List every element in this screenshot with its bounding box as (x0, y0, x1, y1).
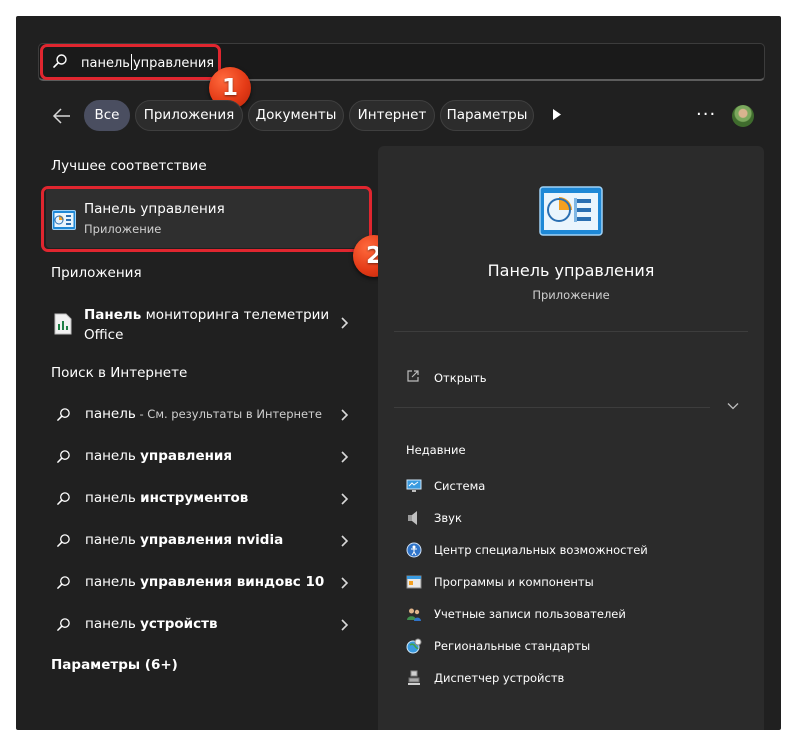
web-result-row[interactable]: панель устройств (52, 613, 362, 637)
detail-title: Панель управления (487, 261, 655, 280)
settings-heading[interactable]: Параметры (6+) (51, 657, 178, 673)
search-highlight-frame (40, 44, 221, 80)
globe-clock-icon (406, 638, 422, 654)
ellipsis-icon[interactable]: ··· (696, 104, 716, 125)
recent-item-programs[interactable]: Программы и компоненты (406, 572, 746, 592)
chevron-right-icon (341, 577, 349, 589)
avatar[interactable] (732, 105, 754, 127)
app-item-name: Панель мониторинга телеметрии (84, 307, 330, 323)
recent-item-label: Центр специальных возможностей (434, 543, 648, 557)
recent-item-sound[interactable]: Звук (406, 508, 746, 528)
recent-item-label: Учетные записи пользователей (434, 607, 626, 621)
recent-item-accessibility[interactable]: Центр специальных возможностей (406, 540, 746, 560)
web-search-heading: Поиск в Интернете (51, 365, 188, 381)
best-match-heading: Лучшее соответствие (51, 158, 207, 174)
filter-documents[interactable]: Документы (248, 100, 344, 131)
chevron-right-icon (341, 409, 349, 421)
recent-item-system[interactable]: Система (406, 476, 746, 496)
divider (394, 331, 748, 332)
search-icon (57, 450, 70, 463)
filter-apps[interactable]: Приложения (135, 100, 243, 131)
recent-item-regional[interactable]: Региональные стандарты (406, 636, 746, 656)
recent-item-label: Диспетчер устройств (434, 671, 565, 685)
accessibility-icon (406, 542, 422, 558)
chevron-right-icon (341, 493, 349, 505)
users-icon (407, 608, 421, 621)
web-result-row[interactable]: панель управления nvidia (52, 529, 362, 553)
web-result-row[interactable]: панель управления (52, 445, 362, 469)
chevron-right-icon (341, 535, 349, 547)
detail-panel: Панель управления Приложение Открыть Нед… (378, 146, 764, 730)
web-result-row[interactable]: панель инструментов (52, 487, 362, 511)
more-filters-play-icon[interactable] (552, 108, 562, 121)
search-icon (57, 492, 70, 505)
app-item-name-line2: Office (84, 327, 124, 343)
open-label: Открыть (434, 371, 487, 385)
control-panel-icon (539, 186, 603, 236)
best-match-highlight-frame (41, 186, 372, 252)
recent-item-device-manager[interactable]: Диспетчер устройств (406, 668, 746, 688)
web-result-row[interactable]: панель - См. результаты в Интернете (52, 403, 362, 427)
open-external-icon (407, 370, 419, 382)
start-search-panel: панель управления 1 Все Приложения Докуме… (16, 16, 781, 730)
document-chart-icon (54, 313, 72, 335)
device-manager-icon (408, 670, 420, 685)
search-icon (57, 408, 70, 421)
recent-item-label: Система (434, 479, 486, 493)
recent-heading: Недавние (406, 443, 466, 457)
chevron-right-icon (341, 451, 349, 463)
search-icon (57, 576, 70, 589)
back-arrow-icon[interactable] (52, 106, 72, 126)
recent-item-label: Программы и компоненты (434, 575, 594, 589)
chevron-right-icon (341, 619, 349, 631)
chevron-down-icon[interactable] (727, 402, 739, 410)
recent-item-label: Звук (434, 511, 462, 525)
search-icon (57, 534, 70, 547)
recent-item-label: Региональные стандарты (434, 639, 591, 653)
recent-item-user-accounts[interactable]: Учетные записи пользователей (406, 604, 746, 624)
detail-subtitle: Приложение (532, 288, 610, 302)
chevron-right-icon (341, 317, 349, 329)
speaker-icon (408, 511, 417, 525)
apps-heading: Приложения (51, 265, 142, 281)
web-result-row[interactable]: панель управления виндовс 10 (52, 571, 362, 595)
system-monitor-icon (406, 479, 422, 492)
filter-internet[interactable]: Интернет (349, 100, 435, 131)
filter-settings[interactable]: Параметры (440, 100, 534, 131)
search-icon (57, 618, 70, 631)
programs-icon (406, 575, 422, 589)
divider (394, 407, 710, 408)
filter-all[interactable]: Все (84, 100, 130, 131)
